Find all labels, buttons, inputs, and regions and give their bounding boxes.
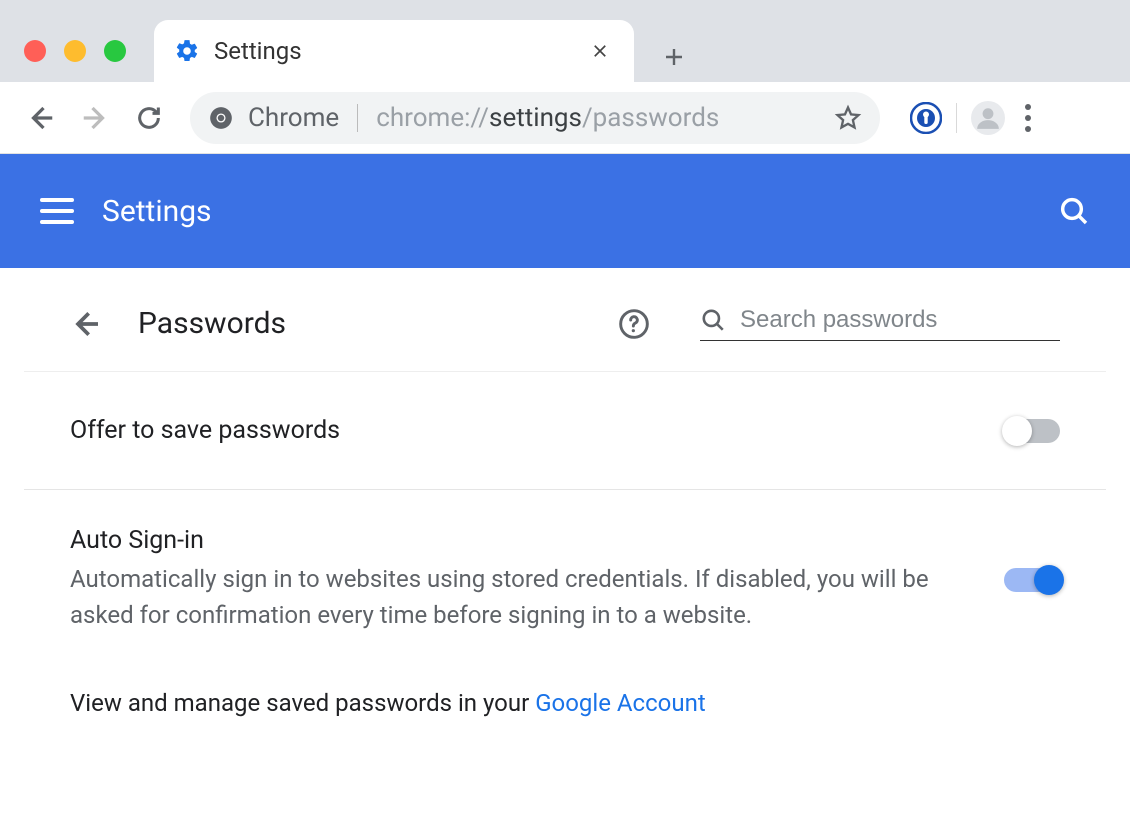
help-icon[interactable] — [618, 308, 650, 340]
search-settings-button[interactable] — [1058, 195, 1090, 227]
settings-app-header: Settings — [0, 154, 1130, 268]
maximize-window-button[interactable] — [104, 40, 126, 62]
auto-signin-description: Automatically sign in to websites using … — [70, 561, 970, 633]
close-tab-button[interactable] — [586, 37, 614, 65]
menu-button[interactable] — [40, 198, 74, 224]
reload-button[interactable] — [128, 97, 170, 139]
bookmark-star-icon[interactable] — [834, 104, 862, 132]
nav-back-button[interactable] — [20, 97, 62, 139]
auto-signin-row: Auto Sign-in Automatically sign in to we… — [24, 490, 1106, 661]
search-passwords-field[interactable] — [700, 306, 1060, 341]
search-passwords-input[interactable] — [740, 306, 1060, 334]
new-tab-button[interactable] — [644, 32, 704, 82]
url-text: chrome://settings/passwords — [376, 103, 719, 133]
tab-strip: Settings — [154, 20, 704, 82]
divider — [956, 103, 957, 133]
url-scheme-label: Chrome — [248, 103, 339, 133]
url-prefix: chrome:// — [376, 103, 489, 133]
search-icon — [700, 307, 726, 333]
nav-forward-button[interactable] — [74, 97, 116, 139]
settings-content: Passwords Offer to save passwords Auto S… — [0, 268, 1130, 830]
window-controls — [24, 40, 126, 62]
onepassword-extension-icon[interactable] — [910, 102, 942, 134]
extensions-area — [910, 98, 1037, 138]
close-window-button[interactable] — [24, 40, 46, 62]
offer-save-label: Offer to save passwords — [70, 416, 1004, 445]
auto-signin-label: Auto Sign-in — [70, 526, 1004, 555]
google-account-link[interactable]: Google Account — [535, 689, 706, 717]
offer-save-passwords-row: Offer to save passwords — [24, 371, 1106, 490]
profile-avatar[interactable] — [971, 101, 1005, 135]
browser-toolbar: Chrome chrome://settings/passwords — [0, 82, 1130, 154]
divider — [357, 104, 358, 132]
account-line-prefix: View and manage saved passwords in your — [70, 689, 535, 717]
page-back-button[interactable] — [70, 308, 102, 340]
gear-icon — [174, 38, 200, 64]
address-bar[interactable]: Chrome chrome://settings/passwords — [190, 92, 880, 144]
tab-title: Settings — [214, 37, 586, 65]
window-titlebar: Settings — [0, 0, 1130, 82]
auto-signin-toggle[interactable] — [1004, 568, 1060, 592]
browser-tab-settings[interactable]: Settings — [154, 20, 634, 82]
offer-save-toggle[interactable] — [1004, 419, 1060, 443]
passwords-card: Passwords Offer to save passwords Auto S… — [24, 268, 1106, 830]
page-title: Passwords — [138, 306, 286, 341]
url-suffix: /passwords — [582, 103, 719, 133]
app-title: Settings — [102, 194, 212, 229]
minimize-window-button[interactable] — [64, 40, 86, 62]
chrome-icon — [208, 105, 234, 131]
google-account-row: View and manage saved passwords in your … — [24, 661, 1106, 757]
url-path: settings — [489, 103, 582, 133]
browser-menu-button[interactable] — [1019, 98, 1037, 138]
page-header: Passwords — [24, 268, 1106, 371]
